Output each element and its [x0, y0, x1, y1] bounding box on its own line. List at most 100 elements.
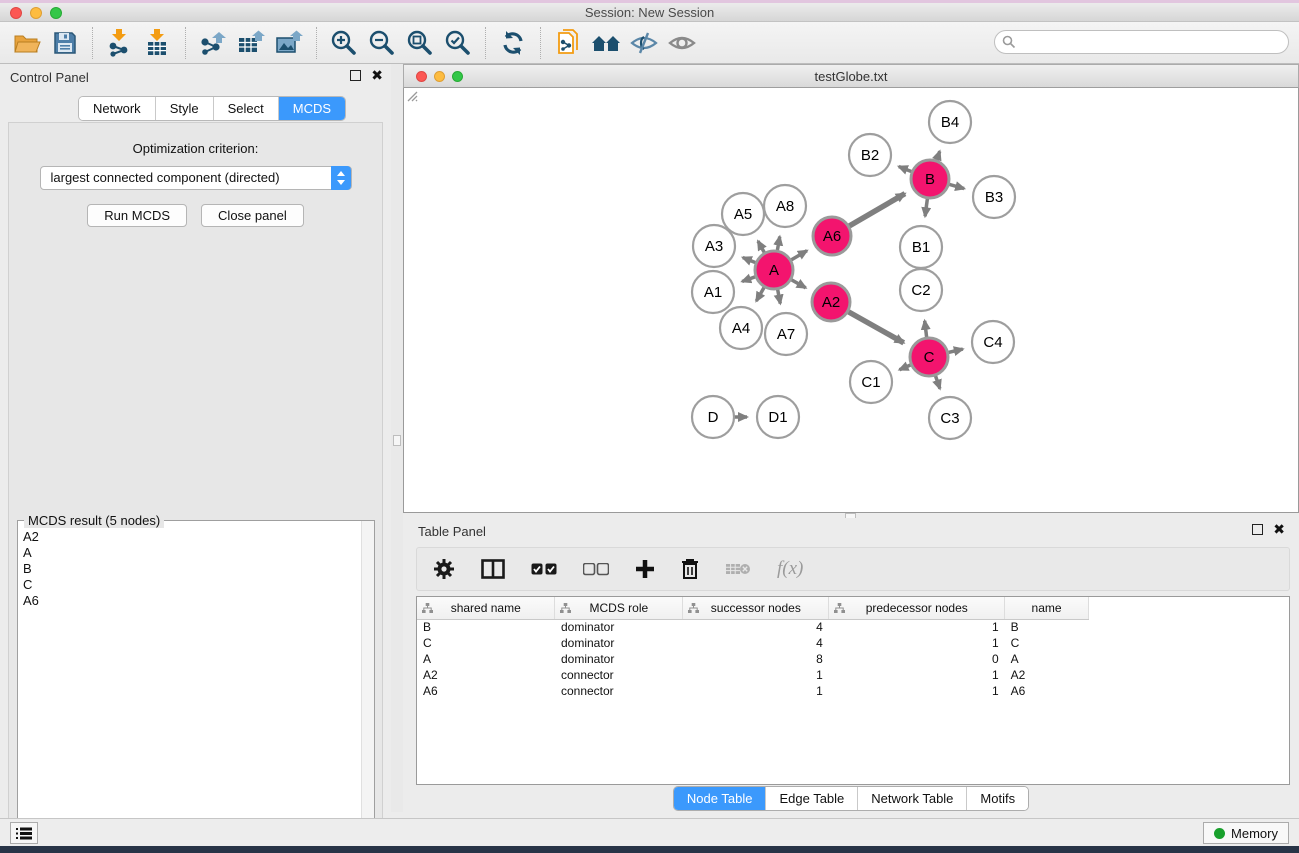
clone-network-icon — [555, 29, 581, 57]
hide-detail-button[interactable] — [625, 26, 663, 60]
tab-edge-table[interactable]: Edge Table — [766, 787, 858, 810]
float-panel-icon[interactable] — [350, 70, 361, 81]
split-view-icon[interactable] — [481, 559, 505, 579]
column-header-predecessor-nodes[interactable]: predecessor nodes — [829, 597, 1005, 619]
export-image-button[interactable] — [270, 26, 308, 60]
memory-button[interactable]: Memory — [1203, 822, 1289, 844]
svg-text:C: C — [924, 349, 935, 366]
add-column-icon[interactable] — [635, 559, 655, 579]
select-all-checkboxes-icon[interactable] — [531, 563, 557, 576]
graph-node-A1[interactable]: A1 — [692, 271, 734, 313]
graph-node-C1[interactable]: C1 — [850, 361, 892, 403]
graph-node-A5[interactable]: A5 — [722, 193, 764, 235]
table-row[interactable]: Bdominator41B — [417, 619, 1089, 635]
graph-node-A7[interactable]: A7 — [765, 313, 807, 355]
memory-label: Memory — [1231, 826, 1278, 841]
divider-grip[interactable] — [393, 435, 401, 446]
search-input[interactable] — [994, 30, 1289, 54]
table-row[interactable]: Adominator80A — [417, 651, 1089, 667]
graph-node-B[interactable]: B — [911, 160, 949, 198]
svg-text:B3: B3 — [985, 189, 1003, 206]
zoom-fit-button[interactable] — [401, 26, 439, 60]
control-panel-tabs: Network Style Select MCDS — [78, 96, 346, 121]
graph-node-A3[interactable]: A3 — [693, 225, 735, 267]
control-panel: Control Panel ✖ Network Style Select MCD… — [0, 64, 391, 812]
graph-node-C4[interactable]: C4 — [972, 321, 1014, 363]
network-window-titlebar[interactable]: testGlobe.txt — [403, 64, 1299, 88]
column-header-name[interactable]: name — [1005, 597, 1089, 619]
svg-text:B: B — [925, 171, 935, 188]
tab-network[interactable]: Network — [79, 97, 156, 120]
export-image-icon — [275, 30, 303, 56]
graph-node-A2[interactable]: A2 — [812, 283, 850, 321]
open-session-button[interactable] — [8, 26, 46, 60]
tab-mcds[interactable]: MCDS — [279, 97, 345, 120]
tab-node-table[interactable]: Node Table — [674, 787, 767, 810]
zoom-out-button[interactable] — [363, 26, 401, 60]
graph-node-D1[interactable]: D1 — [757, 396, 799, 438]
network-canvas[interactable]: B4 B2 B B3 A5A8A6 A3 A B1 A1 C2 A2 A4 A7 C C4 C1 C3 D D1 — [403, 88, 1299, 513]
float-table-panel-icon[interactable] — [1252, 524, 1263, 535]
optimization-select[interactable]: largest connected component (directed) — [40, 166, 352, 190]
home-button[interactable] — [587, 26, 625, 60]
column-header-shared-name[interactable]: shared name — [417, 597, 555, 619]
graph-node-D[interactable]: D — [692, 396, 734, 438]
task-history-button[interactable] — [10, 822, 38, 844]
graph-node-A4[interactable]: A4 — [720, 307, 762, 349]
tab-style[interactable]: Style — [156, 97, 214, 120]
zoom-out-icon — [369, 30, 395, 56]
zoom-in-button[interactable] — [325, 26, 363, 60]
svg-text:D: D — [708, 409, 719, 426]
graph-node-A[interactable]: A — [755, 251, 793, 289]
mcds-result-item[interactable]: B — [23, 561, 360, 577]
resize-grip-icon[interactable] — [404, 88, 418, 102]
zoom-selected-button[interactable] — [439, 26, 477, 60]
svg-text:A4: A4 — [732, 320, 750, 337]
clear-checkboxes-icon[interactable] — [583, 563, 609, 576]
svg-text:C1: C1 — [861, 374, 880, 391]
table-toolbar: f(x) — [416, 547, 1290, 591]
table-settings-gear-icon[interactable] — [433, 558, 455, 580]
close-table-panel-icon[interactable]: ✖ — [1273, 524, 1285, 535]
delete-column-trash-icon[interactable] — [681, 558, 699, 580]
import-network-button[interactable] — [101, 26, 139, 60]
export-network-button[interactable] — [194, 26, 232, 60]
mcds-result-item[interactable]: A — [23, 545, 360, 561]
column-header-successor-nodes[interactable]: successor nodes — [683, 597, 829, 619]
graph-node-C2[interactable]: C2 — [900, 269, 942, 311]
show-graphics-button[interactable] — [663, 26, 701, 60]
graph-node-B1[interactable]: B1 — [900, 226, 942, 268]
close-panel-icon[interactable]: ✖ — [371, 70, 383, 81]
tab-select[interactable]: Select — [214, 97, 279, 120]
tab-motifs[interactable]: Motifs — [967, 787, 1028, 810]
save-session-button[interactable] — [46, 26, 84, 60]
table-row[interactable]: A2connector11A2 — [417, 667, 1089, 683]
app-titlebar: Session: New Session — [0, 3, 1299, 22]
table-row[interactable]: Cdominator41C — [417, 635, 1089, 651]
toolbar-separator — [540, 27, 541, 59]
graph-node-C3[interactable]: C3 — [929, 397, 971, 439]
close-panel-button[interactable]: Close panel — [201, 204, 304, 227]
search-icon — [1002, 35, 1016, 49]
tab-network-table[interactable]: Network Table — [858, 787, 967, 810]
table-row[interactable]: A6connector11A6 — [417, 683, 1089, 699]
graph-node-B3[interactable]: B3 — [973, 176, 1015, 218]
refresh-button[interactable] — [494, 26, 532, 60]
graph-node-B4[interactable]: B4 — [929, 101, 971, 143]
mcds-result-item[interactable]: A6 — [23, 593, 360, 609]
mcds-result-item[interactable]: C — [23, 577, 360, 593]
mcds-result-item[interactable]: A2 — [23, 529, 360, 545]
run-mcds-button[interactable]: Run MCDS — [87, 204, 187, 227]
graph-node-B2[interactable]: B2 — [849, 134, 891, 176]
column-header-mcds-role[interactable]: MCDS role — [555, 597, 683, 619]
graph-node-A6[interactable]: A6 — [813, 217, 851, 255]
clone-network-button[interactable] — [549, 26, 587, 60]
result-scrollbar[interactable] — [361, 521, 374, 853]
eye-slash-icon — [630, 31, 658, 55]
export-table-button[interactable] — [232, 26, 270, 60]
import-table-button[interactable] — [139, 26, 177, 60]
graph-node-A8[interactable]: A8 — [764, 185, 806, 227]
graph-node-C[interactable]: C — [910, 338, 948, 376]
panel-divider[interactable] — [391, 64, 403, 812]
node-table: shared name MCDS role successor nodes pr… — [416, 596, 1290, 785]
